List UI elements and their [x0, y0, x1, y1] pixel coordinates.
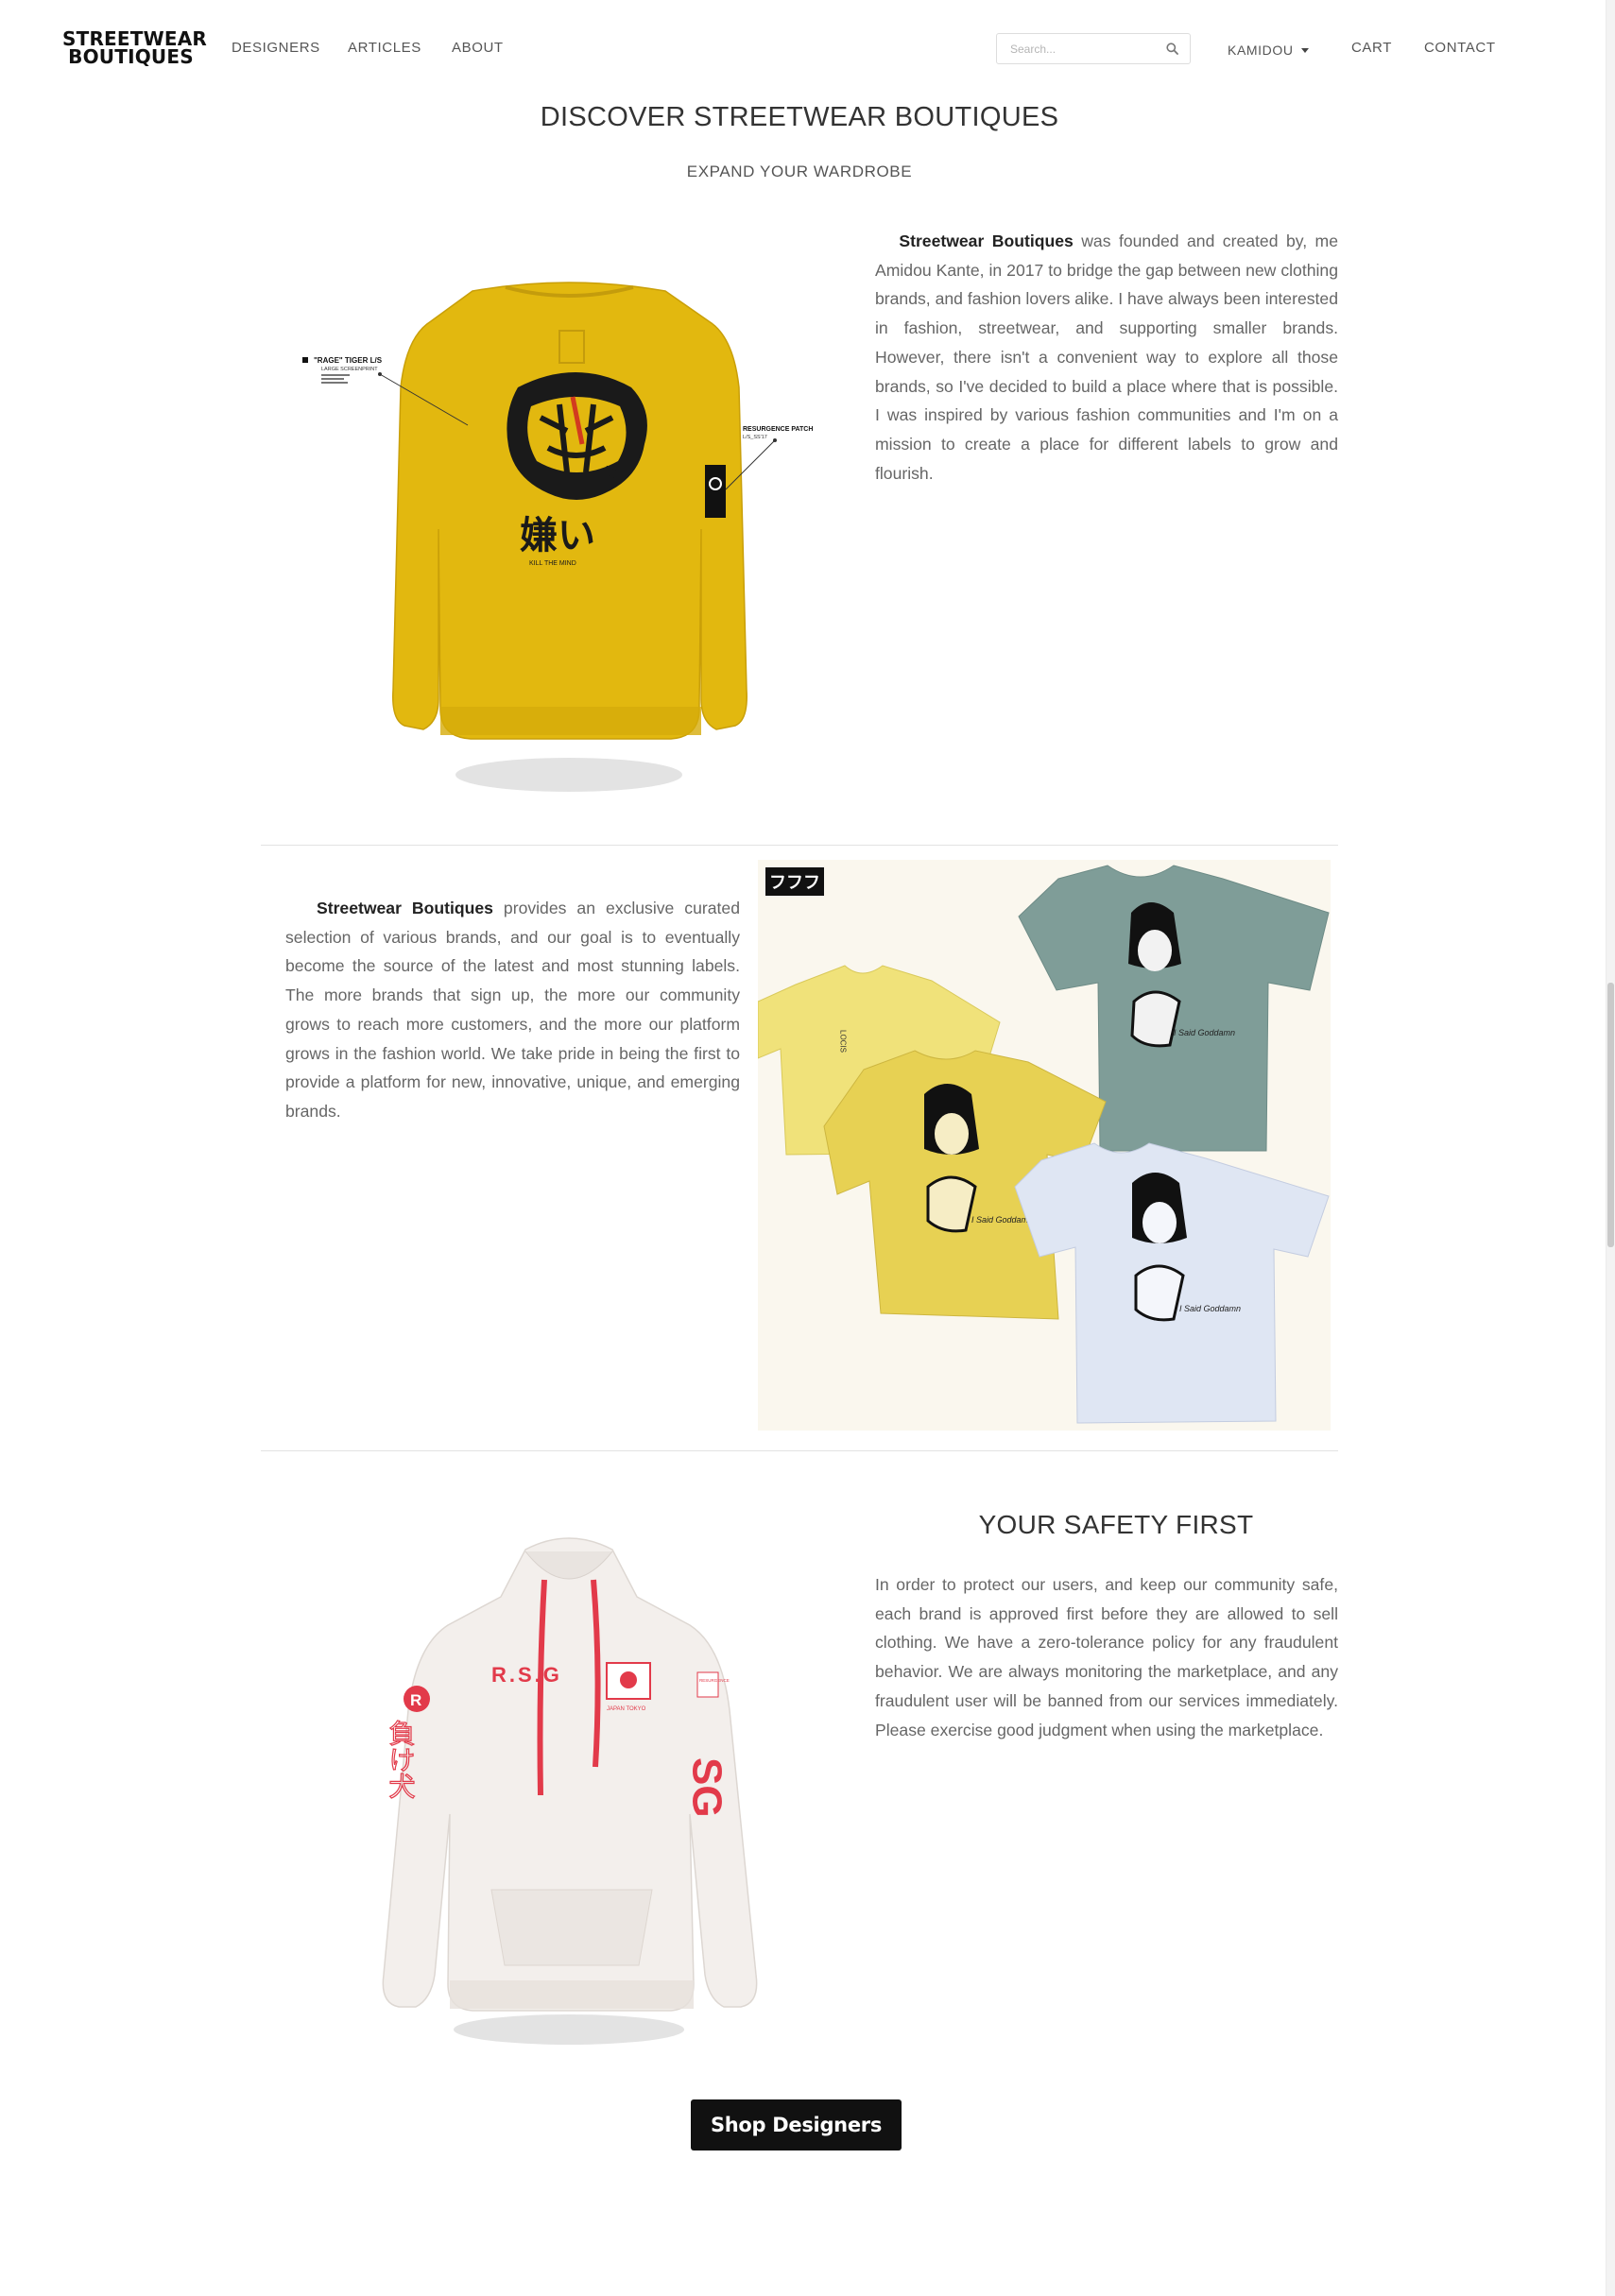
nav-contact-link[interactable]: CONTACT	[1424, 40, 1496, 56]
brand-name-2: Streetwear Boutiques	[316, 899, 493, 917]
right-sleeve-text: SG	[684, 1757, 730, 1818]
sleeve-kanji: 負け犬	[387, 1720, 416, 1799]
section-divider-2	[261, 1450, 1338, 1451]
nav-about-link[interactable]: ABOUT	[452, 40, 504, 56]
yellow-script: I Said Goddamn	[971, 1215, 1033, 1225]
callout-sub-1: LARGE SCREENPRINT	[321, 367, 378, 372]
safety-title: YOUR SAFETY FIRST	[978, 1510, 1254, 1539]
search-box	[996, 33, 1191, 64]
shadow	[454, 2014, 684, 2045]
print-kanji: 嫌い	[520, 515, 595, 557]
scrollbar-thumb[interactable]	[1607, 983, 1614, 1247]
white-script: I Said Goddamn	[1179, 1304, 1241, 1313]
shadow	[455, 758, 682, 792]
flag-caption: JAPAN TOKYO	[607, 1706, 646, 1712]
shop-designers-button[interactable]: Shop Designers	[691, 2099, 902, 2150]
teal-script: I Said Goddamn	[1174, 1028, 1235, 1037]
print-text: KILL THE MIND	[529, 560, 576, 567]
about-paragraph-2: Streetwear Boutiques provides an exclusi…	[285, 894, 740, 1126]
page-subtitle: EXPAND YOUR WARDROBE	[686, 163, 913, 180]
right-tag: RESURGENCE	[699, 1678, 730, 1683]
nav-cart-link[interactable]: CART	[1351, 40, 1392, 56]
yellow-tiger-sweatshirt-image: 嫌い KILL THE MIND "RAGE" TIGER L/S LARGE …	[302, 282, 813, 792]
logo-line2: BOUTIQUES	[68, 45, 194, 68]
page-scrollbar[interactable]	[1606, 0, 1615, 2296]
callout-label-1: "RAGE" TIGER L/S	[314, 356, 383, 365]
user-menu-label: KAMIDOU	[1228, 43, 1294, 58]
tshirts-collage-image: フフフ I Said Goddamn LOCIS I Said Goddamn …	[758, 860, 1331, 1431]
about-text-1: was founded and created by, me Amidou Ka…	[875, 231, 1338, 483]
nav-designers-link[interactable]: DESIGNERS	[232, 40, 320, 56]
sweatshirt-shape	[392, 282, 747, 740]
safety-paragraph: In order to protect our users, and keep …	[875, 1575, 1338, 1739]
caret-down-icon	[1300, 48, 1309, 53]
chest-text: R.S.G	[491, 1663, 562, 1687]
white-hoodie-image: R.S.G JAPAN TOKYO R 負け犬 SG RESURGENCE	[382, 1537, 758, 2045]
callout-sub-2: L/S_SS'17	[743, 435, 767, 440]
nav-articles-link[interactable]: ARTICLES	[348, 40, 421, 56]
collage-badge: フフフ	[769, 873, 820, 892]
page-title: DISCOVER STREETWEAR BOUTIQUES	[540, 102, 1059, 132]
search-input[interactable]	[997, 34, 1171, 63]
brand-name-1: Streetwear Boutiques	[899, 231, 1074, 250]
section-divider-1	[261, 845, 1338, 846]
sleeve-text: LOCIS	[839, 1030, 848, 1053]
callout-label-2: RESURGENCE PATCH	[743, 426, 813, 433]
top-navbar: STREETWEAR BOUTIQUES DESIGNERS ARTICLES …	[0, 0, 1606, 94]
about-text-2: provides an exclusive curated selection …	[285, 899, 740, 1121]
search-icon[interactable]	[1166, 43, 1178, 55]
site-logo[interactable]: STREETWEAR BOUTIQUES	[62, 29, 207, 68]
sleeve-letter: R	[410, 1691, 421, 1709]
user-menu-dropdown[interactable]: KAMIDOU	[1228, 43, 1309, 58]
about-paragraph-1: Streetwear Boutiques was founded and cre…	[875, 227, 1338, 488]
